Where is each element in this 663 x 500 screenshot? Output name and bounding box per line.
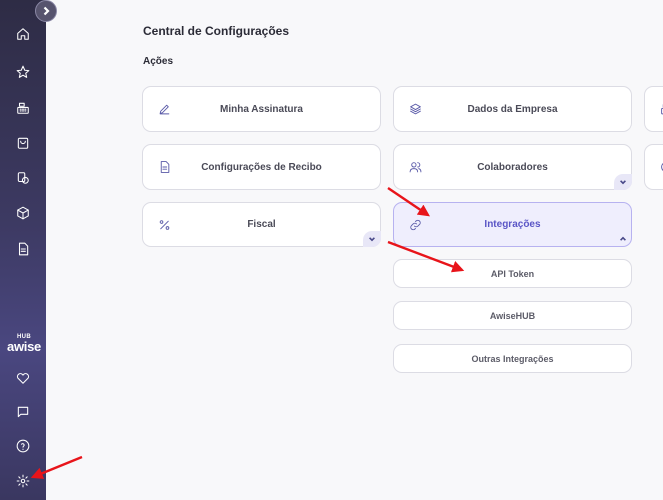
collapse-chevron-button[interactable] bbox=[614, 231, 632, 247]
box-icon[interactable] bbox=[11, 201, 35, 225]
card-partial-right[interactable] bbox=[644, 86, 663, 132]
card-fiscal[interactable]: Fiscal bbox=[142, 202, 381, 247]
integration-awisehub[interactable]: AwiseHUB bbox=[393, 301, 632, 330]
coins-icon[interactable] bbox=[11, 166, 35, 190]
sidebar-toggle-button[interactable] bbox=[35, 0, 57, 22]
integration-label: Outras Integrações bbox=[471, 353, 554, 364]
chevron-down-icon bbox=[369, 237, 375, 242]
document-icon[interactable] bbox=[11, 237, 35, 261]
card-minha-assinatura[interactable]: Minha Assinatura bbox=[142, 86, 381, 132]
percent-icon bbox=[158, 218, 171, 231]
settings-icon[interactable] bbox=[11, 469, 35, 493]
card-partial-right[interactable] bbox=[644, 144, 663, 190]
integration-label: AwiseHUB bbox=[489, 310, 536, 321]
integration-api-token[interactable]: API Token bbox=[393, 259, 632, 288]
integration-outras[interactable]: Outras Integrações bbox=[393, 344, 632, 373]
card-integracoes[interactable]: Integrações bbox=[393, 202, 632, 247]
section-title: Ações bbox=[143, 56, 174, 67]
shopping-bag-icon[interactable] bbox=[11, 131, 35, 155]
layers-icon bbox=[409, 103, 422, 116]
page-title: Central de Configurações bbox=[143, 24, 290, 38]
card-configuracoes-de-recibo[interactable]: Configurações de Recibo bbox=[142, 144, 381, 190]
cash-register-icon[interactable] bbox=[11, 96, 35, 120]
chevron-right-icon bbox=[43, 6, 50, 16]
users-icon bbox=[409, 161, 422, 174]
chat-icon[interactable] bbox=[11, 400, 35, 424]
card-label: Fiscal bbox=[247, 219, 276, 230]
annotation-arrows bbox=[30, 187, 465, 479]
sidebar: HUB awise bbox=[0, 0, 46, 500]
pen-icon bbox=[158, 103, 171, 116]
expand-chevron-button[interactable] bbox=[614, 174, 632, 190]
awise-hub-logo: HUB awise bbox=[6, 334, 42, 353]
card-label: Configurações de Recibo bbox=[201, 161, 322, 173]
star-icon[interactable] bbox=[11, 60, 35, 84]
brand-name: awise bbox=[7, 339, 41, 354]
card-colaboradores[interactable]: Colaboradores bbox=[393, 144, 632, 190]
card-label: Integrações bbox=[484, 219, 541, 230]
link-icon bbox=[409, 218, 422, 231]
document-icon bbox=[158, 161, 171, 174]
heart-icon[interactable] bbox=[11, 366, 35, 390]
help-icon[interactable] bbox=[11, 434, 35, 458]
card-label: Colaboradores bbox=[477, 161, 548, 173]
chevron-up-icon bbox=[620, 236, 626, 241]
card-dados-da-empresa[interactable]: Dados da Empresa bbox=[393, 86, 632, 132]
card-label: Minha Assinatura bbox=[220, 103, 303, 115]
integration-label: API Token bbox=[490, 268, 535, 279]
home-icon[interactable] bbox=[11, 22, 35, 46]
chevron-down-icon bbox=[620, 180, 626, 185]
card-label: Dados da Empresa bbox=[467, 103, 558, 115]
expand-chevron-button[interactable] bbox=[363, 231, 381, 247]
